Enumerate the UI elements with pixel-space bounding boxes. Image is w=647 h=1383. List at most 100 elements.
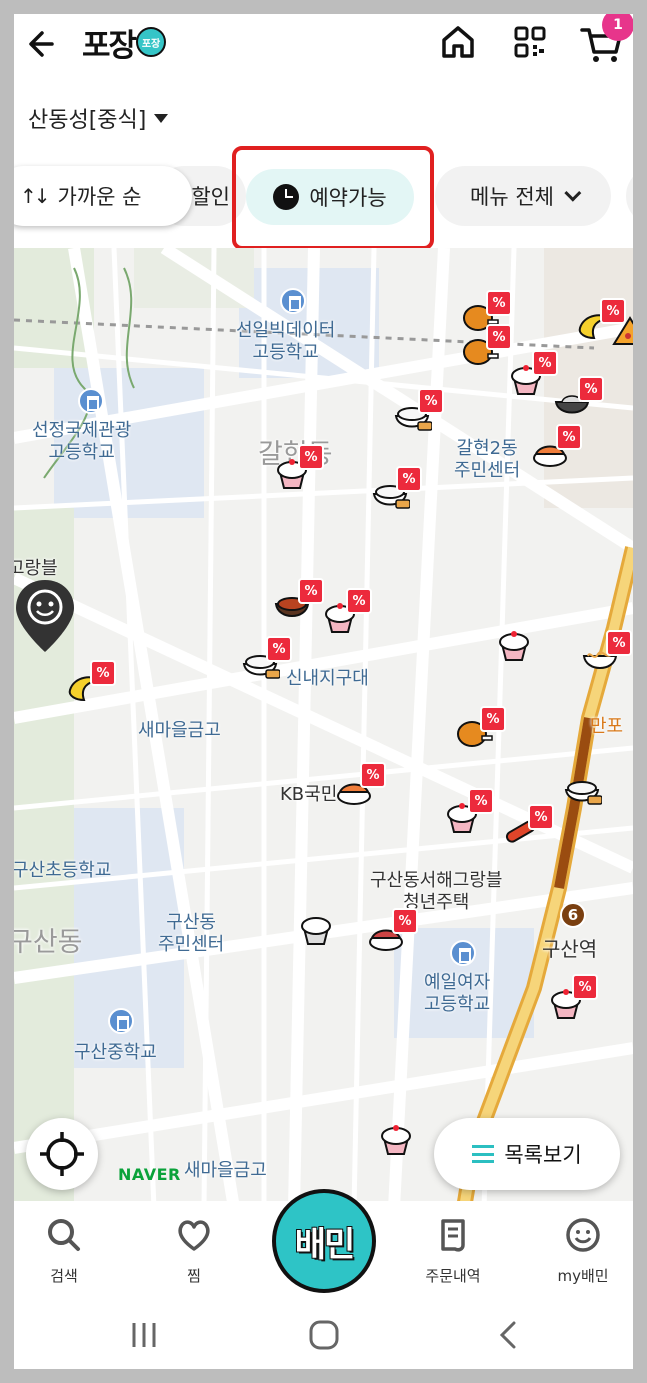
filter-reservable-label: 예약가능 (309, 186, 387, 210)
pizza-icon (612, 316, 633, 345)
recent-apps-icon (132, 1323, 156, 1347)
search-icon (48, 1219, 80, 1251)
store-marker[interactable] (376, 1110, 426, 1156)
store-marker[interactable]: % (580, 630, 632, 676)
store-marker[interactable]: % (610, 304, 633, 350)
home-icon (442, 26, 474, 58)
store-marker[interactable]: % (370, 466, 422, 512)
heart-icon (178, 1220, 210, 1251)
sort-button[interactable]: ↑↓ 가까운 순 (14, 166, 192, 226)
discount-badge: % (266, 636, 292, 662)
nav-favorites[interactable]: 찜 (144, 1215, 244, 1295)
header: 포장 포장 1 (14, 14, 633, 74)
store-marker[interactable] (296, 900, 346, 946)
store-marker[interactable] (562, 762, 612, 808)
nav-orders[interactable]: 주문내역 (403, 1215, 503, 1295)
filter-more[interactable] (626, 166, 633, 226)
recent-apps-button[interactable] (114, 1315, 174, 1355)
discount-badge: % (578, 376, 604, 402)
clock-icon (273, 184, 300, 210)
store-marker[interactable]: % (272, 578, 324, 624)
store-marker[interactable]: % (552, 376, 604, 422)
school-icon (108, 1008, 134, 1034)
discount-badge: % (486, 324, 512, 350)
school-icon (78, 388, 104, 414)
naver-logo: NAVER (118, 1165, 181, 1184)
nav-favorites-label: 찜 (187, 1267, 201, 1285)
rice-bowl-icon (564, 781, 602, 805)
list-icon (472, 1145, 495, 1163)
location-label: 산동성[중식] (28, 108, 147, 133)
back-nav-button[interactable] (478, 1315, 538, 1355)
discount-badge: % (556, 424, 582, 450)
app-screen: 포장 포장 1 산동성[중식] 할인 ↑↓ 가까운 순 예약가능 메뉴 전체 선… (14, 14, 633, 1369)
discount-badge: % (392, 908, 418, 934)
filter-reservable[interactable]: 예약가능 (246, 169, 414, 225)
map-label-center1: 갈현2동 주민센터 (454, 438, 521, 481)
sort-label: 가까운 순 (57, 185, 142, 209)
receipt-icon (441, 1219, 465, 1252)
back-button[interactable] (22, 22, 66, 66)
store-marker[interactable] (494, 616, 544, 662)
discount-badge: % (360, 762, 386, 788)
discount-badge: % (90, 660, 116, 686)
store-marker[interactable]: % (506, 350, 558, 396)
cart-count-badge: 1 (602, 14, 633, 41)
arrow-left-icon (29, 31, 54, 57)
store-marker[interactable]: % (530, 424, 582, 470)
logo-badge: 포장 (136, 27, 167, 57)
chevron-down-icon (564, 184, 582, 202)
cupcake-icon (301, 917, 331, 945)
store-marker[interactable]: % (272, 444, 324, 490)
map-label-univ: 신내지구대 (286, 668, 369, 689)
cupcake-icon (499, 631, 529, 661)
nav-search[interactable]: 검색 (14, 1215, 114, 1295)
baemin-home-button[interactable]: 배민 (272, 1189, 376, 1293)
discount-badge: % (480, 706, 506, 732)
map-label-school1: 선일빅데이터 고등학교 (236, 320, 336, 363)
location-selector[interactable]: 산동성[중식] (28, 100, 169, 136)
store-marker[interactable]: % (442, 788, 494, 834)
map-label-bank1: 새마을금고 (138, 720, 221, 741)
store-marker[interactable]: % (454, 706, 506, 752)
nav-my[interactable]: my배민 (533, 1215, 633, 1295)
discount-badge: % (572, 974, 598, 1000)
store-marker[interactable]: % (502, 804, 554, 850)
discount-badge: % (418, 388, 444, 414)
home-button[interactable] (436, 20, 480, 64)
store-marker[interactable]: % (240, 636, 292, 682)
station-number-badge: 6 (560, 902, 586, 928)
map-label-girls: 예일여자 고등학교 (424, 972, 491, 1015)
discount-badge: % (606, 630, 632, 656)
store-marker[interactable]: % (392, 388, 444, 434)
store-marker[interactable]: % (334, 762, 386, 808)
store-marker[interactable]: % (460, 324, 512, 370)
school-icon (450, 940, 476, 966)
store-marker[interactable]: % (320, 588, 372, 634)
filter-menu[interactable]: 메뉴 전체 (435, 166, 611, 226)
discount-badge: % (298, 444, 324, 470)
map-pin-icon[interactable] (14, 576, 78, 656)
smile-icon (566, 1218, 600, 1252)
map-view[interactable]: 선일빅데이터 고등학교 선정국제관광 고등학교 갈현동 갈현2동 주민센터 고랑… (14, 248, 633, 1208)
filter-discount-label: 할인 (191, 185, 230, 209)
store-marker[interactable]: % (64, 660, 116, 706)
system-nav-bar (14, 1301, 633, 1369)
list-view-button[interactable]: 목록보기 (434, 1118, 620, 1190)
logo-text: 포장 (82, 27, 137, 64)
caret-down-icon (154, 113, 169, 123)
logo: 포장 포장 (82, 22, 167, 64)
map-label-station: 구산역 (542, 937, 598, 961)
current-location-button[interactable] (26, 1118, 98, 1190)
bottom-nav: 검색 찜 배민 주문내역 my배민 (14, 1189, 633, 1301)
list-view-label: 목록보기 (504, 1143, 582, 1167)
map-label-food: 만포 (590, 716, 624, 737)
chevron-left-icon (499, 1321, 516, 1349)
home-nav-button[interactable] (294, 1315, 354, 1355)
filter-menu-label: 메뉴 전체 (470, 185, 554, 209)
nav-my-label: my배민 (557, 1267, 609, 1285)
store-marker[interactable]: % (366, 908, 418, 954)
store-marker[interactable]: % (546, 974, 598, 1020)
qr-button[interactable] (508, 20, 552, 64)
discount-badge: % (346, 588, 372, 614)
